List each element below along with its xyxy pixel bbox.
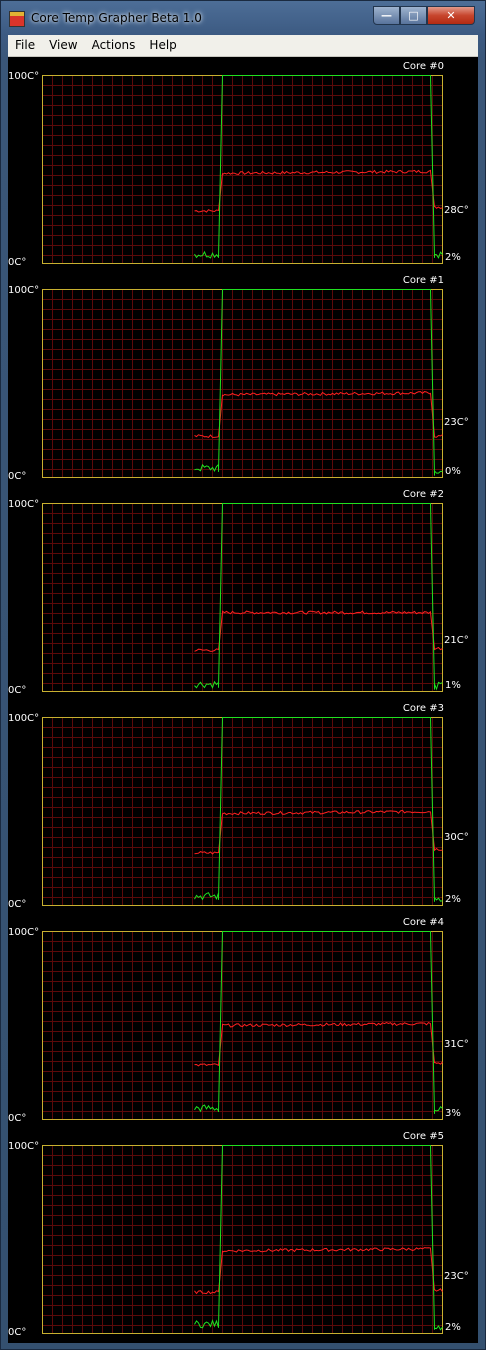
title-bar[interactable]: Core Temp Grapher Beta 1.0 — □ ✕ xyxy=(1,1,486,35)
current-temperature-label: 23C° xyxy=(444,1271,469,1282)
y-axis-max-label: 100C° xyxy=(8,1141,40,1152)
y-axis-min-label: 0C° xyxy=(8,899,27,910)
menu-view[interactable]: View xyxy=(42,35,84,56)
current-load-label: 3% xyxy=(445,1108,461,1119)
y-axis-max-label: 100C° xyxy=(8,499,40,510)
current-temperature-label: 23C° xyxy=(444,417,469,428)
core-temp-app-icon[interactable] xyxy=(9,11,25,27)
grid-lines xyxy=(42,289,443,478)
menu-file[interactable]: File xyxy=(8,35,42,56)
current-load-label: 2% xyxy=(445,1322,461,1333)
core-graph-panel: Core #2 100C° 0C° 21C° 1% xyxy=(8,487,478,701)
grid-lines xyxy=(42,1145,443,1334)
core-graph-plot xyxy=(42,1145,443,1334)
core-graph-title: Core #0 xyxy=(402,61,444,72)
graph-area: Core #0 100C° 0C° 28C° 2% Core #1 100C° 0C° 23C°… xyxy=(8,57,478,1343)
current-load-label: 2% xyxy=(445,252,461,263)
core-graph-title: Core #3 xyxy=(402,703,444,714)
current-load-label: 0% xyxy=(445,466,461,477)
core-graph-panel: Core #4 100C° 0C° 31C° 3% xyxy=(8,915,478,1129)
grid-lines xyxy=(42,503,443,692)
y-axis-min-label: 0C° xyxy=(8,1327,27,1338)
core-graph-panel: Core #5 100C° 0C° 23C° 2% xyxy=(8,1129,478,1343)
core-graph-title: Core #2 xyxy=(402,489,444,500)
current-load-label: 2% xyxy=(445,894,461,905)
menu-bar: File View Actions Help xyxy=(8,35,478,57)
core-graph-panel: Core #0 100C° 0C° 28C° 2% xyxy=(8,59,478,273)
close-button[interactable]: ✕ xyxy=(427,6,475,25)
core-graph-panel: Core #3 100C° 0C° 30C° 2% xyxy=(8,701,478,915)
y-axis-min-label: 0C° xyxy=(8,1113,27,1124)
grid-lines xyxy=(42,931,443,1120)
y-axis-min-label: 0C° xyxy=(8,685,27,696)
y-axis-max-label: 100C° xyxy=(8,71,40,82)
menu-actions[interactable]: Actions xyxy=(85,35,143,56)
core-graph-plot xyxy=(42,717,443,906)
minimize-button[interactable]: — xyxy=(373,6,400,25)
current-temperature-label: 31C° xyxy=(444,1039,469,1050)
core-graph-title: Core #5 xyxy=(402,1131,444,1142)
core-graph-panel: Core #1 100C° 0C° 23C° 0% xyxy=(8,273,478,487)
grid-lines xyxy=(42,75,443,264)
window-title: Core Temp Grapher Beta 1.0 xyxy=(31,11,202,25)
core-graph-plot xyxy=(42,931,443,1120)
y-axis-max-label: 100C° xyxy=(8,713,40,724)
maximize-button[interactable]: □ xyxy=(400,6,427,25)
y-axis-max-label: 100C° xyxy=(8,927,40,938)
core-graph-title: Core #4 xyxy=(402,917,444,928)
y-axis-max-label: 100C° xyxy=(8,285,40,296)
current-temperature-label: 28C° xyxy=(444,205,469,216)
app-window: Core Temp Grapher Beta 1.0 — □ ✕ File Vi… xyxy=(0,0,486,1350)
menu-help[interactable]: Help xyxy=(142,35,183,56)
current-temperature-label: 30C° xyxy=(444,832,469,843)
core-graph-plot xyxy=(42,75,443,264)
y-axis-min-label: 0C° xyxy=(8,257,27,268)
core-graph-plot xyxy=(42,503,443,692)
current-load-label: 1% xyxy=(445,680,461,691)
core-graph-title: Core #1 xyxy=(402,275,444,286)
y-axis-min-label: 0C° xyxy=(8,471,27,482)
current-temperature-label: 21C° xyxy=(444,635,469,646)
core-graph-plot xyxy=(42,289,443,478)
